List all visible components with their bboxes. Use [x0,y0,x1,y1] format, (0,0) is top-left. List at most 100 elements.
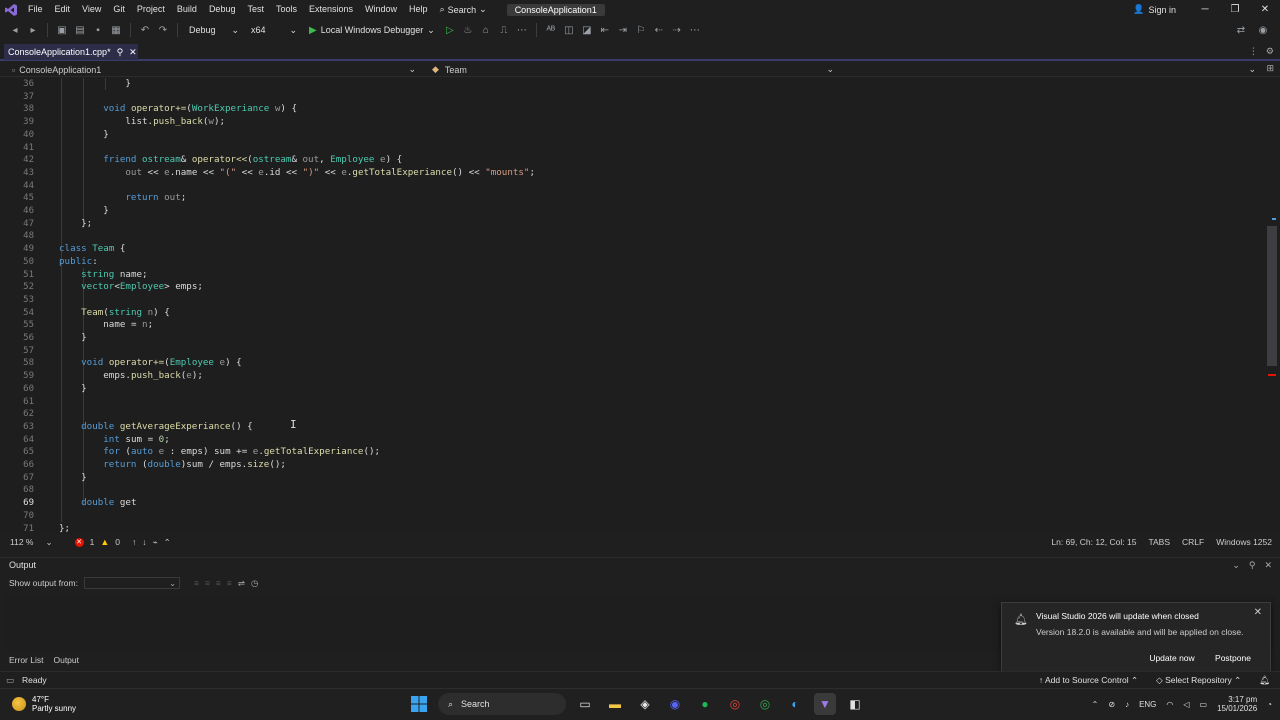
close-icon[interactable]: ✕ [1264,560,1272,571]
next-message-icon[interactable]: ≡ [216,578,221,588]
tab-error-list[interactable]: Error List [4,655,48,665]
menu-tools[interactable]: Tools [270,0,303,19]
open-file-icon[interactable]: ▤ [73,23,87,37]
save-all-icon[interactable]: ▦ [109,23,123,37]
timestamp-icon[interactable]: ◷ [251,578,258,589]
close-icon[interactable]: ✕ [1254,607,1262,618]
tab-list-icon[interactable]: ⋮ [1249,46,1258,57]
code-area[interactable]: } void operator+=(WorkExperiance w) { li… [59,78,1264,534]
document-tab[interactable]: ConsoleApplication1.cpp* ⚲ ✕ [4,44,138,60]
menu-extensions[interactable]: Extensions [303,0,359,19]
postpone-button[interactable]: Postpone [1208,650,1258,665]
update-now-button[interactable]: Update now [1144,650,1200,665]
scrollbar-thumb[interactable] [1267,226,1277,366]
menu-test[interactable]: Test [241,0,270,19]
menu-project[interactable]: Project [131,0,171,19]
menu-help[interactable]: Help [403,0,434,19]
zoom-dropdown[interactable]: 112 % ⌄ [10,537,53,548]
brush-icon[interactable]: ⌁ [153,537,158,548]
bookmark-icon[interactable]: ⚐ [634,23,648,37]
next-bookmark-icon[interactable]: ⇢ [670,23,684,37]
menu-git[interactable]: Git [107,0,131,19]
redo-icon[interactable]: ↷ [156,23,170,37]
prev-message-icon[interactable]: ≡ [205,578,210,588]
find-message-icon[interactable]: ≡ [194,578,199,588]
outdent-icon[interactable]: ⇤ [598,23,612,37]
arrow-up-icon[interactable]: ↑ [132,537,136,547]
menu-debug[interactable]: Debug [203,0,242,19]
task-view-icon[interactable]: ▭ [574,693,596,715]
weather-widget[interactable]: 47°F Partly sunny [12,695,76,713]
tray-language[interactable]: ENG [1139,700,1156,709]
menu-window[interactable]: Window [359,0,403,19]
forward-icon[interactable]: ▸ [26,23,40,37]
windows-start-icon[interactable] [408,693,430,715]
vscode-icon[interactable]: ◐ [784,693,806,715]
prev-bookmark-icon[interactable]: ⇠ [652,23,666,37]
add-to-source-control-button[interactable]: ↑ Add to Source Control ⌃ [1039,675,1138,686]
file-explorer-icon[interactable]: ▬ [604,693,626,715]
indentation-mode[interactable]: TABS [1148,537,1170,547]
menu-edit[interactable]: Edit [49,0,77,19]
notification-center-icon[interactable]: ◔ [1267,700,1272,709]
wifi-icon[interactable]: ◠ [1166,700,1173,709]
file-encoding[interactable]: Windows 1252 [1216,537,1272,547]
spotify-icon[interactable]: ● [694,693,716,715]
more-icon[interactable]: ⋯ [515,23,529,37]
chrome-icon[interactable]: ◎ [724,693,746,715]
start-without-debugging-icon[interactable]: ▷ [443,23,457,37]
clear-all-icon[interactable]: ≡ [227,578,232,588]
new-project-icon[interactable]: ▣ [55,23,69,37]
hot-reload-icon[interactable]: ♨ [461,23,475,37]
menu-view[interactable]: View [76,0,107,19]
chevron-up-icon[interactable]: ⌃ [164,537,171,548]
network-off-icon[interactable]: ⊘ [1108,700,1115,709]
notifications-icon[interactable]: 🔔︎ [1259,675,1270,686]
restore-button[interactable]: ❐ [1220,4,1250,15]
split-icon[interactable]: ⊞ [1266,63,1274,74]
start-debugging-button[interactable]: ▶ Local Windows Debugger ⌄ [305,25,439,36]
chrome-profile-icon[interactable]: ◎ [754,693,776,715]
chevron-down-icon[interactable]: ⌄ [1232,560,1240,571]
pin-icon[interactable]: ⚲ [1249,560,1256,571]
copilot-icon[interactable]: ◉ [1256,23,1270,37]
close-window-button[interactable]: ✕ [1250,4,1280,15]
sign-in-button[interactable]: 👤 Sign in [1133,4,1176,15]
select-repository-button[interactable]: ◇ Select Repository ⌃ [1156,675,1241,686]
spell-check-icon[interactable]: ᴬᴮ [544,23,558,37]
snipping-tool-icon[interactable]: ◧ [844,693,866,715]
tab-output[interactable]: Output [48,655,84,665]
volume-icon[interactable]: ◁ [1183,700,1189,709]
minimize-button[interactable]: ─ [1190,4,1220,15]
diagnostics-icon[interactable]: ⎍ [497,23,511,37]
discord-icon[interactable]: ◉ [664,693,686,715]
line-endings[interactable]: CRLF [1182,537,1204,547]
cursor-position[interactable]: Ln: 69, Ch: 12, Col: 15 [1051,537,1136,547]
browse-icon[interactable]: ⌂ [479,23,493,37]
configuration-dropdown[interactable]: Debug ⌄ [185,22,243,38]
uncomment-icon[interactable]: ◪ [580,23,594,37]
battery-icon[interactable]: ▭ [1200,700,1208,709]
word-wrap-icon[interactable]: ⇌ [238,578,245,589]
menu-build[interactable]: Build [171,0,203,19]
issues-indicator[interactable]: ✕ 1 ▲ 0 ↑ ↓ ⌁ ⌃ [74,537,171,548]
live-share-icon[interactable]: ⇄ [1234,23,1248,37]
arrow-down-icon[interactable]: ↓ [142,537,146,547]
git-app-icon[interactable]: ◈ [634,693,656,715]
search-button[interactable]: ⌕ Search ⌄ [434,4,493,15]
microphone-icon[interactable]: ♪ [1125,700,1129,709]
indent-icon[interactable]: ⇥ [616,23,630,37]
scope-dropdown[interactable]: ◆ Team ⌄ [432,63,838,76]
chevron-up-icon[interactable]: ⌃ [1092,700,1099,709]
pin-icon[interactable]: ⚲ [117,47,124,58]
code-editor[interactable]: 36 37 38 39 40 41 42 43 44 45 46 47 48 4… [0,78,1264,534]
taskbar-search-box[interactable]: ⌕ Search [438,693,566,715]
show-output-from-dropdown[interactable]: ⌄ [83,577,180,589]
back-icon[interactable]: ◂ [8,23,22,37]
clock[interactable]: 3:17 pm 15/01/2026 [1217,695,1257,713]
save-icon[interactable]: ▪ [91,23,105,37]
comment-icon[interactable]: ◫ [562,23,576,37]
undo-icon[interactable]: ↶ [138,23,152,37]
more-icon[interactable]: ⋯ [688,23,702,37]
menu-file[interactable]: File [22,0,49,19]
